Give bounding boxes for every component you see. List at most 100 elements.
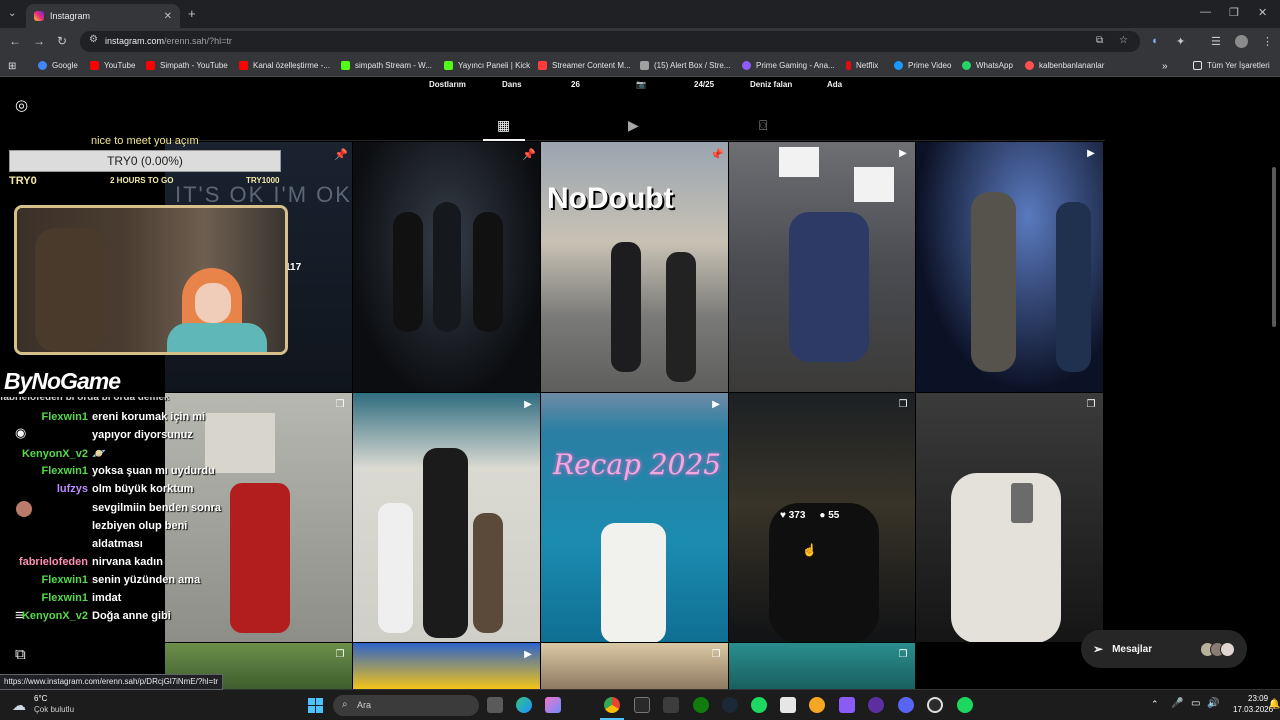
reading-list-icon[interactable]: ☰ (1211, 35, 1221, 48)
goal-target: TRY1000 (246, 176, 280, 185)
bookmark-netflix[interactable]: Netflix (846, 61, 878, 70)
chat-message: aldatması (0, 538, 143, 550)
spotify-icon[interactable] (957, 697, 973, 713)
bookmark-alert-box[interactable]: (15) Alert Box / Stre... (640, 61, 730, 70)
bookmark-label: Yayıncı Paneli | Kick (458, 61, 531, 70)
extensions-puzzle-icon[interactable]: ✦ (1176, 35, 1185, 48)
extension-speaker-icon[interactable]: ◖ (1151, 35, 1158, 47)
highlight-label[interactable]: 24/25 (694, 80, 714, 89)
post-tile[interactable]: ▶ (353, 643, 540, 689)
tagged-tab-icon[interactable]: ⌼ (759, 117, 767, 134)
goal-current: TRY0 (9, 175, 37, 187)
post-tile[interactable]: NoDoubt 📌 (541, 142, 728, 392)
highlight-label[interactable]: 26 (571, 80, 580, 89)
chat-text: yoksa şuan mı uydurdu (92, 465, 215, 478)
post-tile[interactable]: 📌 (353, 142, 540, 392)
bookmark-simpath-youtube[interactable]: Simpath - YouTube (146, 61, 228, 70)
post-tile[interactable]: ❐ (541, 643, 728, 689)
tab-instagram[interactable]: Instagram ✕ (26, 4, 180, 28)
highlight-label[interactable]: Ada (827, 80, 842, 89)
post-tile[interactable]: ❐ (729, 643, 915, 689)
microphone-icon[interactable]: 🎤 (1171, 698, 1183, 709)
posts-grid-icon[interactable]: ▦ (497, 117, 510, 134)
page-scrollbar[interactable] (1272, 167, 1276, 327)
messages-button[interactable]: ➢ Mesajlar (1081, 630, 1247, 668)
weather-cloud-icon[interactable]: ☁ (12, 697, 26, 714)
bookmark-prime-video[interactable]: Prime Video (894, 61, 951, 70)
weather-desc[interactable]: Çok bulutlu (34, 705, 74, 714)
task-view-icon[interactable] (487, 697, 503, 713)
highlight-label[interactable]: 📷 (636, 80, 646, 89)
bookmark-youtube[interactable]: YouTube (90, 61, 135, 70)
more-bookmarks-icon[interactable]: » (1162, 61, 1168, 72)
highlight-label[interactable]: Dostlarım (429, 80, 466, 89)
post-tile[interactable]: ▶ (353, 393, 540, 642)
network-icon[interactable]: ▭ (1191, 698, 1200, 709)
app-icon[interactable] (809, 697, 825, 713)
omnibox[interactable]: ⚙ instagram.com/erenn.sah/?hl=tr ⧉ ☆ (80, 31, 1140, 52)
alert-box-icon (640, 61, 649, 70)
steam-icon[interactable] (722, 697, 738, 713)
weather-temp[interactable]: 6°C (34, 694, 47, 703)
post-tile[interactable]: ▶ (729, 142, 915, 392)
tray-chevron-icon[interactable]: ⌃ (1151, 699, 1159, 710)
kick-icon (444, 61, 453, 70)
discord-icon[interactable] (898, 697, 914, 713)
chat-text: sevgilmiin benden sonra (92, 501, 221, 514)
close-tab-icon[interactable]: ✕ (164, 11, 172, 22)
chrome-icon[interactable] (604, 697, 620, 713)
new-tab-icon[interactable]: + (188, 6, 196, 21)
reload-icon[interactable]: ↻ (57, 34, 67, 48)
chat-text: 🪐 (92, 448, 106, 461)
copilot-icon[interactable] (545, 697, 561, 713)
instagram-logo-icon[interactable]: ◎ (15, 96, 28, 114)
bookmark-google[interactable]: Google (38, 61, 78, 70)
apps-grid-icon[interactable]: ⊞ (8, 61, 16, 72)
post-tile[interactable]: ❐ (165, 393, 352, 642)
notification-bell-icon[interactable]: 🔔 (1268, 699, 1280, 710)
edge-icon[interactable] (516, 697, 532, 713)
highlight-label[interactable]: Deniz falan (750, 80, 792, 89)
reels-tab-icon[interactable]: ▶ (628, 117, 639, 134)
all-bookmarks[interactable]: Tüm Yer İşaretleri (1193, 61, 1270, 70)
start-windows-icon[interactable] (308, 698, 323, 713)
chat-text: nirvana kadın (92, 555, 163, 568)
post-tile[interactable]: ▶ (916, 142, 1103, 392)
capcut-icon[interactable] (780, 697, 796, 713)
bookmark-streamer-content[interactable]: Streamer Content M... (538, 61, 631, 70)
site-info-icon[interactable]: ⚙ (89, 34, 98, 45)
app-icon[interactable] (868, 697, 884, 713)
highlight-label[interactable]: Dans (502, 80, 522, 89)
bookmark-prime-gaming[interactable]: Prime Gaming - Ana... (742, 61, 835, 70)
xbox-icon[interactable] (693, 697, 709, 713)
bookmark-simpath-stream[interactable]: simpath Stream - W... (341, 61, 432, 70)
install-app-icon[interactable]: ⧉ (1096, 35, 1103, 46)
bookmark-yayinci-paneli[interactable]: Yayıncı Paneli | Kick (444, 61, 530, 70)
clock-time[interactable]: 23:09 (1248, 694, 1268, 703)
volume-icon[interactable]: 🔊 (1207, 698, 1219, 709)
bookmark-kalbenbanlananlar[interactable]: kalbenbanlananlar (1025, 61, 1104, 70)
tab-search-icon[interactable]: ⌄ (8, 8, 16, 19)
bookmark-kanal[interactable]: Kanal özelleştirme -... (239, 61, 330, 70)
also-from-meta-icon[interactable]: ⧉ (15, 646, 26, 663)
taskbar-search[interactable]: ⌕ Ara (333, 695, 479, 716)
minimize-icon[interactable]: — (1200, 6, 1211, 18)
amazon-games-icon[interactable] (663, 697, 679, 713)
maximize-icon[interactable]: ❐ (1229, 6, 1239, 19)
twitch-icon[interactable] (839, 697, 855, 713)
obs-icon[interactable] (927, 697, 943, 713)
close-window-icon[interactable]: ✕ (1258, 6, 1267, 19)
bookmark-star-icon[interactable]: ☆ (1119, 35, 1128, 46)
profile-avatar-icon[interactable] (1235, 35, 1248, 48)
menu-kebab-icon[interactable]: ⋮ (1262, 35, 1273, 48)
forward-icon[interactable]: → (33, 34, 45, 48)
epic-games-icon[interactable] (634, 697, 650, 713)
post-tile[interactable]: ❐ (916, 393, 1103, 642)
bookmark-whatsapp[interactable]: WhatsApp (962, 61, 1013, 70)
spotify-icon[interactable] (751, 697, 767, 713)
post-tile[interactable]: Recap 2025 ▶ (541, 393, 728, 642)
tabs-divider (165, 140, 1105, 141)
back-icon[interactable]: ← (9, 34, 21, 48)
webcam-frame (14, 205, 288, 355)
url-text[interactable]: instagram.com/erenn.sah/?hl=tr (105, 36, 232, 46)
